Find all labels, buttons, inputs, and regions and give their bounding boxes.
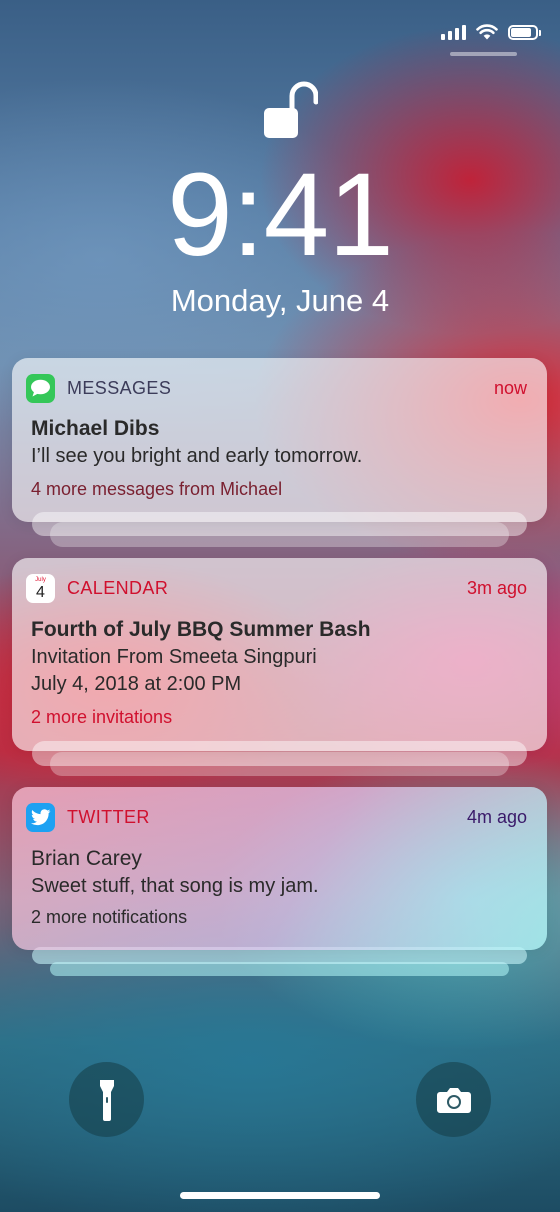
cellular-signal-icon <box>441 24 466 40</box>
notification-title: Fourth of July BBQ Summer Bash <box>31 618 371 641</box>
notification-message: Sweet stuff, that song is my jam. <box>31 875 319 897</box>
notification-body: Fourth of July BBQ Summer Bash Invitatio… <box>31 616 527 730</box>
status-bar <box>441 24 541 40</box>
calendar-icon-day: 4 <box>36 583 45 601</box>
flashlight-icon <box>99 1079 114 1121</box>
notification-time: now <box>493 377 527 398</box>
notification-more: 4 more messages from Michael <box>31 479 283 499</box>
control-center-indicator[interactable] <box>450 52 517 56</box>
notification-stack-calendar[interactable]: July 4 CALENDAR 3m ago Fourth of July BB… <box>12 558 547 776</box>
notification-more: 2 more invitations <box>31 707 173 727</box>
unlocked-padlock-icon <box>264 81 318 138</box>
notification-title: Brian Carey <box>31 847 142 870</box>
camera-button[interactable] <box>416 1062 491 1137</box>
notification-header: MESSAGES now <box>26 373 527 403</box>
notification-time: 4m ago <box>466 806 527 827</box>
notification-card-messages[interactable]: MESSAGES now Michael Dibs I’ll see you b… <box>12 358 547 522</box>
notification-header: TWITTER 4m ago <box>26 802 527 832</box>
notification-message: I’ll see you bright and early tomorrow. <box>31 445 363 467</box>
home-indicator[interactable] <box>180 1192 380 1199</box>
battery-level <box>511 27 531 37</box>
wifi-icon <box>476 24 498 40</box>
twitter-icon <box>26 802 55 832</box>
notification-body: Michael Dibs I’ll see you bright and ear… <box>31 415 527 502</box>
battery-icon <box>508 24 541 40</box>
calendar-icon: July 4 <box>26 573 55 603</box>
notification-body: Brian Carey Sweet stuff, that song is my… <box>31 845 527 930</box>
app-name: TWITTER <box>67 806 150 827</box>
notification-stack-twitter[interactable]: TWITTER 4m ago Brian Carey Sweet stuff, … <box>12 787 547 976</box>
stack-layer <box>50 962 509 976</box>
notification-message: July 4, 2018 at 2:00 PM <box>31 673 242 695</box>
app-name: CALENDAR <box>67 577 169 598</box>
notification-header: July 4 CALENDAR 3m ago <box>26 573 527 603</box>
notification-card-twitter[interactable]: TWITTER 4m ago Brian Carey Sweet stuff, … <box>12 787 547 950</box>
app-name: MESSAGES <box>67 377 172 398</box>
notification-message: Invitation From Smeeta Singpuri <box>31 646 317 668</box>
flashlight-button[interactable] <box>69 1062 144 1137</box>
notification-time: 3m ago <box>466 577 527 598</box>
messages-icon <box>26 373 55 403</box>
camera-icon <box>436 1087 471 1113</box>
clock-date: Monday, June 4 <box>170 283 390 318</box>
notification-title: Michael Dibs <box>31 417 160 440</box>
notification-more: 2 more notifications <box>31 907 188 927</box>
calendar-icon-month: July <box>35 576 46 583</box>
clock-time: 9:41 <box>167 149 394 281</box>
notification-card-calendar[interactable]: July 4 CALENDAR 3m ago Fourth of July BB… <box>12 558 547 751</box>
notification-stack-messages[interactable]: MESSAGES now Michael Dibs I’ll see you b… <box>12 358 547 547</box>
